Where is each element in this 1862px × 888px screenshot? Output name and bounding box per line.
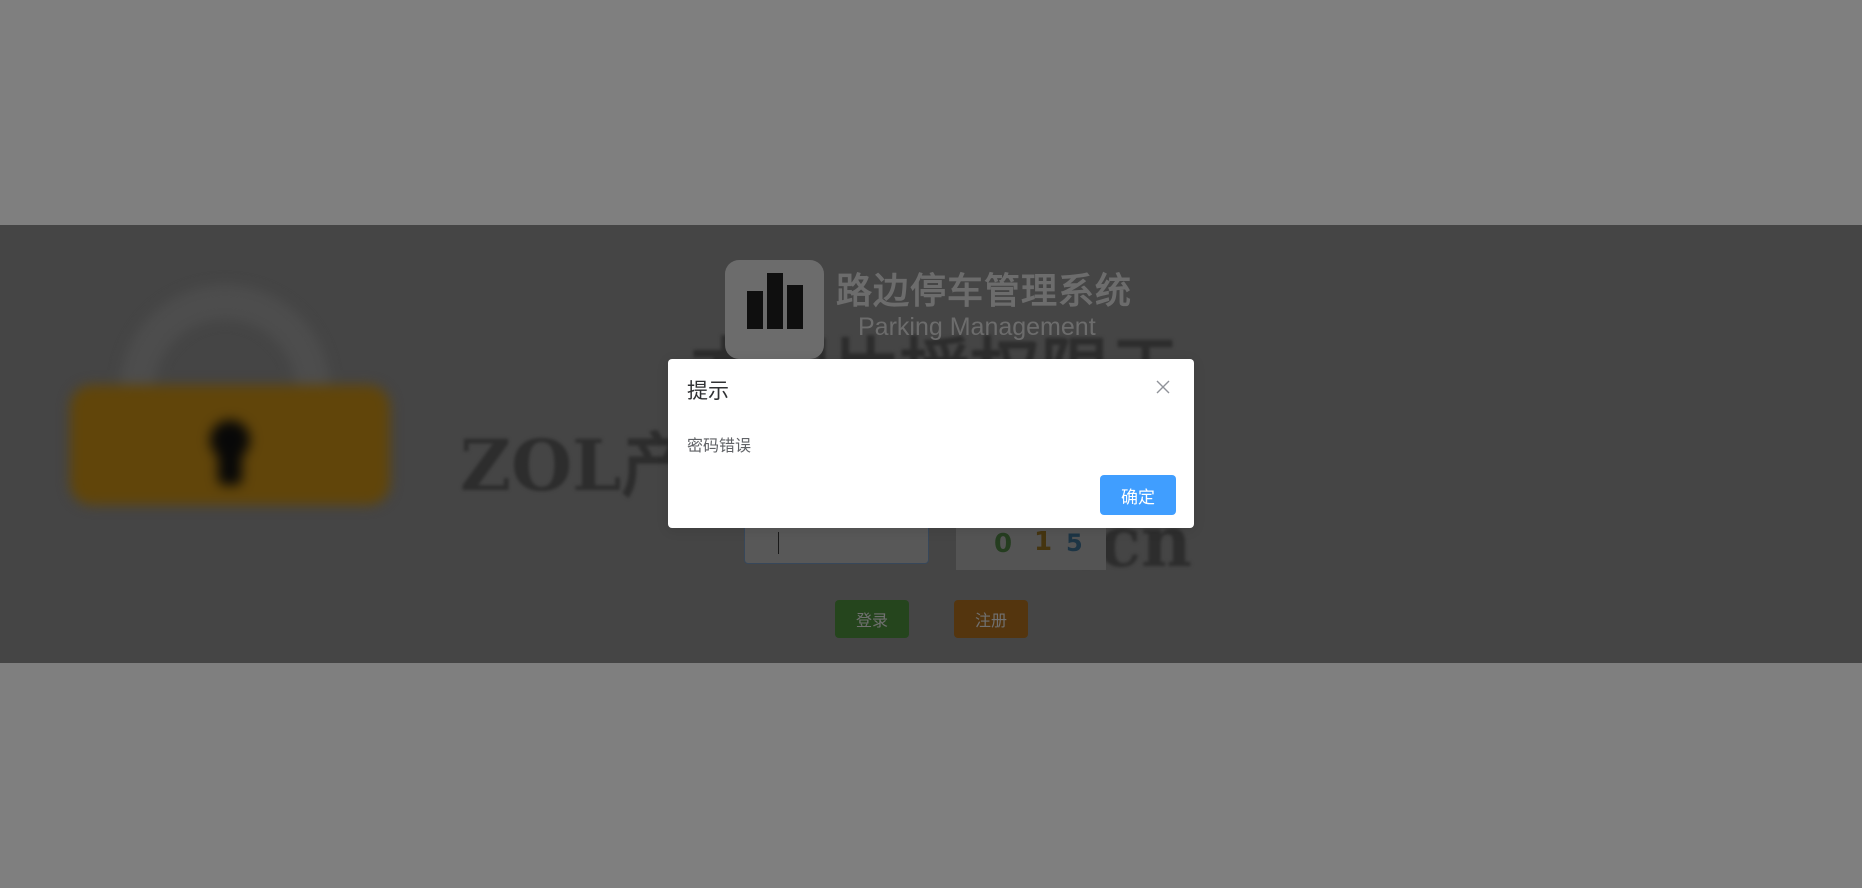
message-box-text: 密码错误 xyxy=(687,436,752,455)
confirm-button[interactable]: 确定 xyxy=(1100,475,1176,515)
close-icon[interactable] xyxy=(1154,378,1172,396)
message-box: 提示 密码错误 确定 xyxy=(668,359,1194,528)
message-box-title: 提示 xyxy=(687,379,729,403)
